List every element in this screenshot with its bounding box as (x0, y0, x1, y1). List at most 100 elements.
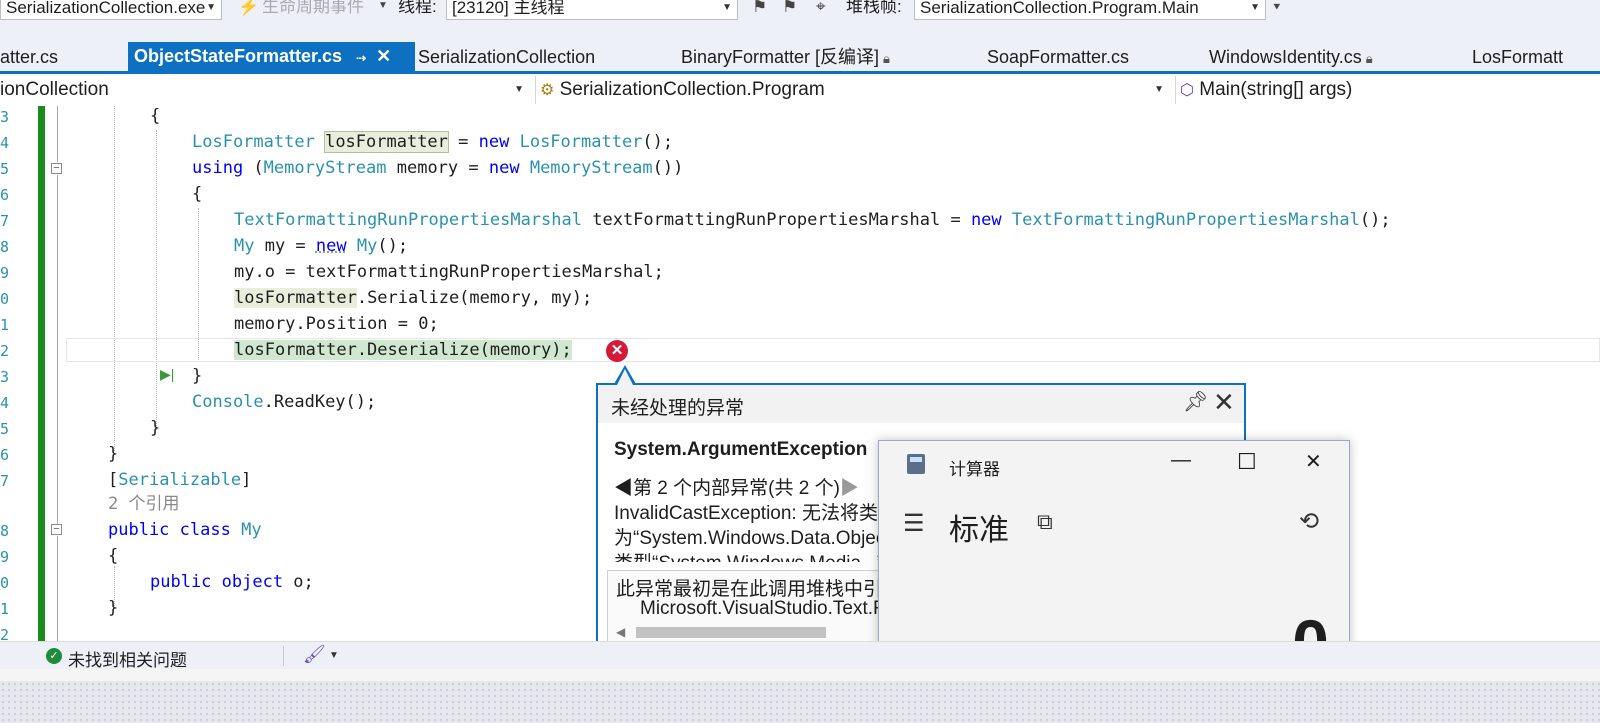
line-number: 9 (0, 548, 10, 566)
close-icon[interactable]: ✕ (1213, 387, 1235, 418)
editor-status-bar: ✓ 未找到相关问题 🖌︎ ▼ (0, 641, 1600, 670)
lifecycle-icon: ⚡ (238, 0, 260, 16)
thread-combo-value: [23120] 主线程 (452, 0, 565, 17)
code-line: } (192, 366, 203, 386)
code-line: public object o; (150, 572, 314, 592)
inner-exception-label: 第 2 个内部异常(共 2 个) (633, 478, 840, 499)
calculator-icon (907, 454, 925, 474)
line-number: 7 (0, 212, 10, 230)
horizontal-scrollbar-thumb[interactable] (636, 627, 826, 638)
outline-line (57, 536, 58, 646)
flag-icon[interactable]: ⚑ (752, 0, 767, 17)
previous-icon[interactable]: ◀ (614, 478, 633, 499)
chevron-down-icon[interactable]: ▼ (329, 650, 339, 661)
chevron-down-icon: ▼ (1154, 84, 1164, 95)
nav-separator (535, 76, 536, 104)
class-icon: ⚙ (540, 82, 555, 99)
code-line: TextFormattingRunPropertiesMarshal textF… (234, 210, 1391, 230)
change-tracking-bar (38, 106, 45, 655)
chevron-down-icon: ▼ (514, 84, 524, 95)
calculator-mode: 标准 (949, 514, 1009, 547)
line-number: 5 (0, 420, 10, 438)
project-combo[interactable]: ionCollection ▼ (0, 77, 530, 103)
code-line: { (108, 546, 119, 566)
exception-message: 类型“System.Windows.Media...” (614, 548, 883, 562)
debug-toolbar: SerializationCollection.exe ▼ ⚡ 生命周期事件 ▼… (0, 0, 1600, 40)
toolbar-overflow-icon[interactable]: ⯆ (1272, 0, 1282, 15)
line-number: 6 (0, 446, 10, 464)
line-number: 3 (0, 368, 10, 386)
tab-label: WindowsIdentity.cs (1209, 47, 1362, 67)
close-icon[interactable]: ✕ (1305, 449, 1322, 474)
tab-binary-formatter[interactable]: BinaryFormatter [反编译] 🔒︎ (681, 44, 890, 71)
type-combo[interactable]: ⚙ SerializationCollection.Program ▼ (540, 77, 1170, 103)
member-combo[interactable]: ⬡ Main(string[] args) (1180, 77, 1600, 103)
maximize-icon[interactable]: ☐ (1237, 449, 1257, 475)
pin-icon[interactable]: 📌︎ (1183, 389, 1208, 414)
line-number: 4 (0, 134, 10, 152)
code-line: { (192, 184, 203, 204)
tab-label: SerializationCollection (418, 47, 596, 67)
code-line: My my = new My(); (234, 236, 409, 256)
process-combo[interactable]: SerializationCollection.exe ▼ (0, 0, 222, 20)
menu-icon[interactable]: ☰ (903, 509, 925, 538)
tab-soap-formatter[interactable]: SoapFormatter.cs (987, 44, 1129, 71)
lock-icon: 🔒︎ (883, 51, 890, 66)
tab-windows-identity[interactable]: WindowsIdentity.cs 🔒︎ (1209, 44, 1373, 71)
line-number: 7 (0, 472, 10, 490)
code-line: LosFormatter losFormatter = new LosForma… (192, 131, 674, 153)
indent-guide (156, 130, 157, 430)
line-number: 0 (0, 574, 10, 592)
pin-icon[interactable]: ⇢ (356, 51, 366, 65)
thread-label: 线程: (398, 0, 437, 16)
exception-type: System.ArgumentException (614, 439, 868, 460)
code-cleanup-icon[interactable]: 🖌︎ (303, 644, 326, 665)
nav-separator (1175, 76, 1176, 104)
keep-on-top-icon[interactable]: ⧉ (1037, 509, 1053, 535)
line-number: 4 (0, 394, 10, 412)
tab-los-formatter[interactable]: LosFormatt (1472, 44, 1563, 71)
line-number: 5 (0, 160, 10, 178)
process-combo-value: SerializationCollection.exe (6, 0, 206, 17)
exception-pointer-inner (617, 369, 633, 385)
code-line: using (MemoryStream memory = new MemoryS… (192, 158, 684, 178)
collapse-icon[interactable]: − (51, 163, 62, 174)
stack-frame-combo[interactable]: SerializationCollection.Program.Main ▼ (914, 0, 1266, 20)
next-icon[interactable]: ▶ (840, 478, 859, 499)
close-icon[interactable]: ✕ (376, 46, 391, 66)
history-icon[interactable]: ⟲ (1299, 507, 1319, 536)
indent-guide (114, 106, 115, 451)
tab-object-state-formatter[interactable]: ObjectStateFormatter.cs ⇢ ✕ (128, 42, 415, 71)
line-number: 8 (0, 238, 10, 256)
lifecycle-events-label[interactable]: 生命周期事件 (262, 0, 364, 18)
run-to-here-icon[interactable]: ▶| (160, 366, 174, 383)
tab-object-state-formatter-left[interactable]: atter.cs (0, 44, 58, 71)
code-line: memory.Position = 0; (234, 314, 439, 334)
issues-status[interactable]: 未找到相关问题 (68, 646, 187, 671)
status-separator (283, 646, 284, 666)
type-combo-value: SerializationCollection.Program (559, 79, 825, 100)
stack-frame-combo-value: SerializationCollection.Program.Main (920, 0, 1199, 17)
scroll-left-icon[interactable]: ◀ (616, 625, 625, 639)
thread-combo[interactable]: [23120] 主线程 ▼ (446, 0, 738, 20)
exception-header: 未经处理的异常 📌︎ ✕ (598, 385, 1244, 423)
exception-error-icon[interactable]: ✕ (606, 340, 628, 362)
tab-serialization-collection[interactable]: SerializationCollection (418, 44, 595, 71)
code-line-current: losFormatter.Deserialize(memory); (234, 340, 572, 360)
code-line: } (108, 598, 119, 618)
flag-threads-icon[interactable]: ⚑ (782, 0, 797, 17)
inner-exception-nav[interactable]: ◀第 2 个内部异常(共 2 个)▶ (614, 473, 859, 500)
code-line: Console.ReadKey(); (192, 392, 377, 412)
bottom-strip (0, 669, 1600, 681)
code-line: public class My (108, 520, 262, 540)
stack-frame-label: 堆栈帧: (846, 0, 902, 16)
code-lens-references[interactable]: 2 个引用 (108, 492, 179, 516)
line-number: 0 (0, 290, 10, 308)
collapse-icon[interactable]: − (51, 524, 62, 535)
hide-icon[interactable]: ⌖ (816, 0, 826, 17)
minimize-icon[interactable]: — (1171, 449, 1191, 472)
line-number: 1 (0, 316, 10, 334)
chevron-down-icon: ▼ (378, 0, 388, 11)
outline-line (57, 106, 58, 162)
method-icon: ⬡ (1180, 82, 1194, 99)
